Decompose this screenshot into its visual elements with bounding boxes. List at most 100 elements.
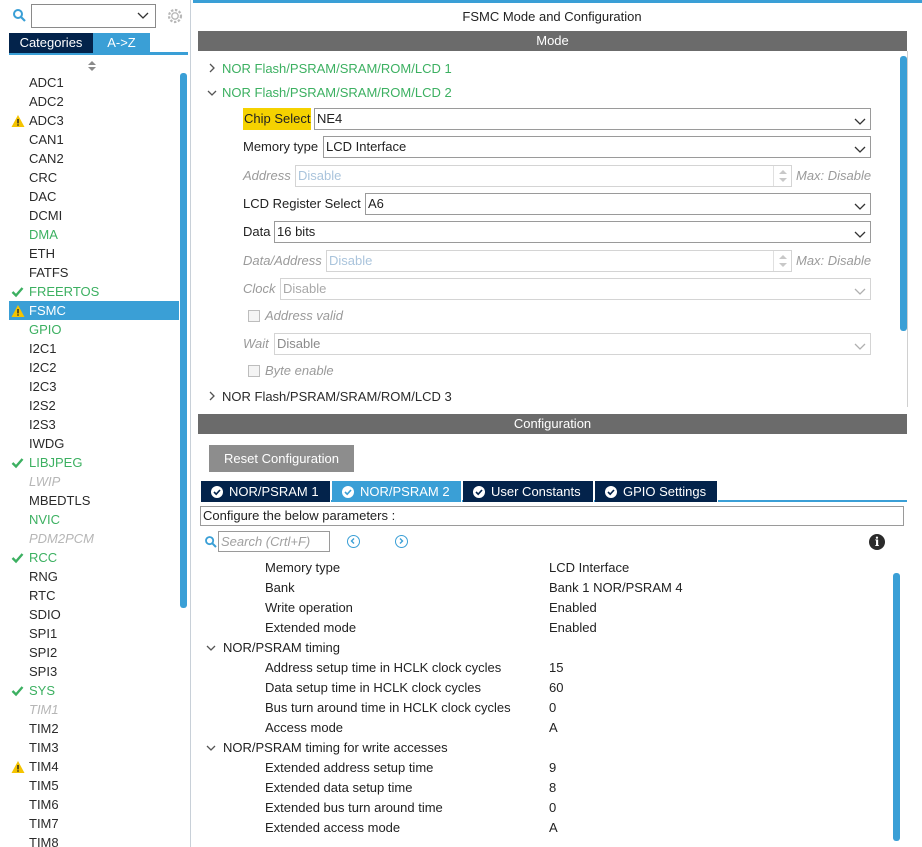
search-icon[interactable] <box>205 536 217 551</box>
parameter-row[interactable]: Bus turn around time in HCLK clock cycle… <box>198 698 892 718</box>
peripheral-item[interactable]: I2S2 <box>9 396 179 415</box>
status-placeholder <box>11 396 25 415</box>
parameter-row[interactable]: Extended bus turn around time 0 <box>198 798 892 818</box>
peripheral-item[interactable]: TIM1 <box>9 700 179 719</box>
parameter-row[interactable]: Address setup time in HCLK clock cycles 1… <box>198 658 892 678</box>
peripheral-item[interactable]: FREERTOS <box>9 282 179 301</box>
peripheral-item[interactable]: MBEDTLS <box>9 491 179 510</box>
peripheral-list-scrollbar[interactable] <box>180 73 187 608</box>
peripheral-item[interactable]: RNG <box>9 567 179 586</box>
peripheral-item[interactable]: NVIC <box>9 510 179 529</box>
peripheral-item[interactable]: RTC <box>9 586 179 605</box>
peripheral-item[interactable]: TIM7 <box>9 814 179 833</box>
tree-item-lcd2[interactable]: NOR Flash/PSRAM/SRAM/ROM/LCD 2 <box>202 83 452 103</box>
peripheral-item[interactable]: ETH <box>9 244 179 263</box>
address-valid-checkbox[interactable] <box>248 310 260 322</box>
peripheral-item[interactable]: TIM4 <box>9 757 179 776</box>
peripheral-item[interactable]: ADC1 <box>9 73 179 92</box>
peripheral-item[interactable]: TIM5 <box>9 776 179 795</box>
peripheral-item[interactable]: ADC2 <box>9 92 179 111</box>
parameter-name: Extended mode <box>265 620 357 635</box>
parameter-row[interactable]: Extended mode Enabled <box>198 618 892 638</box>
spinner-arrows-icon[interactable] <box>773 166 791 186</box>
status-placeholder <box>11 719 25 738</box>
tab-gpio-settings[interactable]: GPIO Settings <box>595 481 718 502</box>
peripheral-item[interactable]: GPIO <box>9 320 179 339</box>
parameter-row[interactable]: Extended access mode A <box>198 818 892 838</box>
peripheral-item[interactable]: SDIO <box>9 605 179 624</box>
tree-item-lcd1[interactable]: NOR Flash/PSRAM/SRAM/ROM/LCD 1 <box>202 59 452 79</box>
previous-match-icon[interactable] <box>347 535 360 548</box>
parameter-row[interactable]: Extended data setup time 8 <box>198 778 892 798</box>
peripheral-item[interactable]: DMA <box>9 225 179 244</box>
address-spinner[interactable]: Disable <box>295 165 792 187</box>
peripheral-item[interactable]: I2C3 <box>9 377 179 396</box>
parameter-row[interactable]: Data setup time in HCLK clock cycles 60 <box>198 678 892 698</box>
lcd-register-select-dropdown[interactable]: A6 <box>365 193 871 215</box>
parameter-group[interactable]: NOR/PSRAM timing <box>198 638 892 658</box>
tree-item-lcd3[interactable]: NOR Flash/PSRAM/SRAM/ROM/LCD 3 <box>202 387 452 407</box>
peripheral-item[interactable]: TIM8 <box>9 833 179 847</box>
category-filter-select[interactable] <box>31 4 156 28</box>
peripheral-item[interactable]: CAN1 <box>9 130 179 149</box>
peripheral-item[interactable]: SPI3 <box>9 662 179 681</box>
clock-dropdown[interactable]: Disable <box>280 278 871 300</box>
peripheral-item[interactable]: ADC3 <box>9 111 179 130</box>
peripheral-item[interactable]: SPI1 <box>9 624 179 643</box>
peripheral-item[interactable]: IWDG <box>9 434 179 453</box>
peripheral-item[interactable]: TIM3 <box>9 738 179 757</box>
peripheral-item[interactable]: I2C1 <box>9 339 179 358</box>
status-placeholder <box>11 73 25 92</box>
reset-configuration-button[interactable]: Reset Configuration <box>209 445 354 472</box>
peripheral-item[interactable]: TIM2 <box>9 719 179 738</box>
peripheral-item[interactable]: RCC <box>9 548 179 567</box>
tab-nor-psram-2[interactable]: NOR/PSRAM 2 <box>332 481 462 502</box>
peripheral-item[interactable]: DCMI <box>9 206 179 225</box>
address-label: Address <box>243 168 291 183</box>
mode-panel-scrollbar[interactable] <box>900 56 907 331</box>
peripheral-item[interactable]: SYS <box>9 681 179 700</box>
peripheral-name: MBEDTLS <box>29 493 91 508</box>
peripheral-name: I2S3 <box>29 417 56 432</box>
byte-enable-checkbox[interactable] <box>248 365 260 377</box>
tab-nor-psram-1[interactable]: NOR/PSRAM 1 <box>201 481 331 502</box>
peripheral-item[interactable]: I2S3 <box>9 415 179 434</box>
data-width-dropdown[interactable]: 16 bits <box>274 221 871 243</box>
parameter-row[interactable]: Extended address setup time 9 <box>198 758 892 778</box>
parameter-search-input[interactable]: Search (Crtl+F) <box>218 531 330 552</box>
peripheral-name: SPI1 <box>29 626 58 641</box>
peripheral-item[interactable]: CAN2 <box>9 149 179 168</box>
peripheral-item[interactable]: TIM6 <box>9 795 179 814</box>
parameter-row[interactable]: Memory type LCD Interface <box>198 558 892 578</box>
sort-icon[interactable] <box>86 59 98 74</box>
parameter-list-scrollbar[interactable] <box>893 573 900 841</box>
memory-type-dropdown[interactable]: LCD Interface <box>323 136 871 158</box>
peripheral-item[interactable]: LWIP <box>9 472 179 491</box>
next-match-icon[interactable] <box>395 535 408 548</box>
check-icon <box>11 548 25 567</box>
peripheral-item[interactable]: I2C2 <box>9 358 179 377</box>
spinner-arrows-icon[interactable] <box>773 251 791 271</box>
info-icon[interactable]: i <box>869 534 885 550</box>
tab-a-z[interactable]: A->Z <box>93 33 150 53</box>
parameter-row[interactable]: Access mode A <box>198 718 892 738</box>
peripheral-item[interactable]: PDM2PCM <box>9 529 179 548</box>
parameter-group[interactable]: NOR/PSRAM timing for write accesses <box>198 738 892 758</box>
data-address-spinner[interactable]: Disable <box>326 250 792 272</box>
peripheral-item[interactable]: FATFS <box>9 263 179 282</box>
tab-user-constants[interactable]: User Constants <box>463 481 594 502</box>
peripheral-item[interactable]: FSMC <box>9 301 179 320</box>
peripheral-item[interactable]: LIBJPEG <box>9 453 179 472</box>
parameter-row[interactable]: Bank Bank 1 NOR/PSRAM 4 <box>198 578 892 598</box>
peripheral-item[interactable]: SPI2 <box>9 643 179 662</box>
gear-icon[interactable] <box>166 7 184 28</box>
tab-categories[interactable]: Categories <box>9 33 93 53</box>
wait-dropdown[interactable]: Disable <box>274 333 871 355</box>
chevron-right-icon <box>202 387 222 407</box>
parameter-value: 0 <box>549 800 557 815</box>
peripheral-item[interactable]: DAC <box>9 187 179 206</box>
peripheral-item[interactable]: CRC <box>9 168 179 187</box>
parameter-row[interactable]: Write operation Enabled <box>198 598 892 618</box>
chip-select-dropdown[interactable]: NE4 <box>314 108 871 130</box>
search-icon[interactable] <box>13 9 26 25</box>
